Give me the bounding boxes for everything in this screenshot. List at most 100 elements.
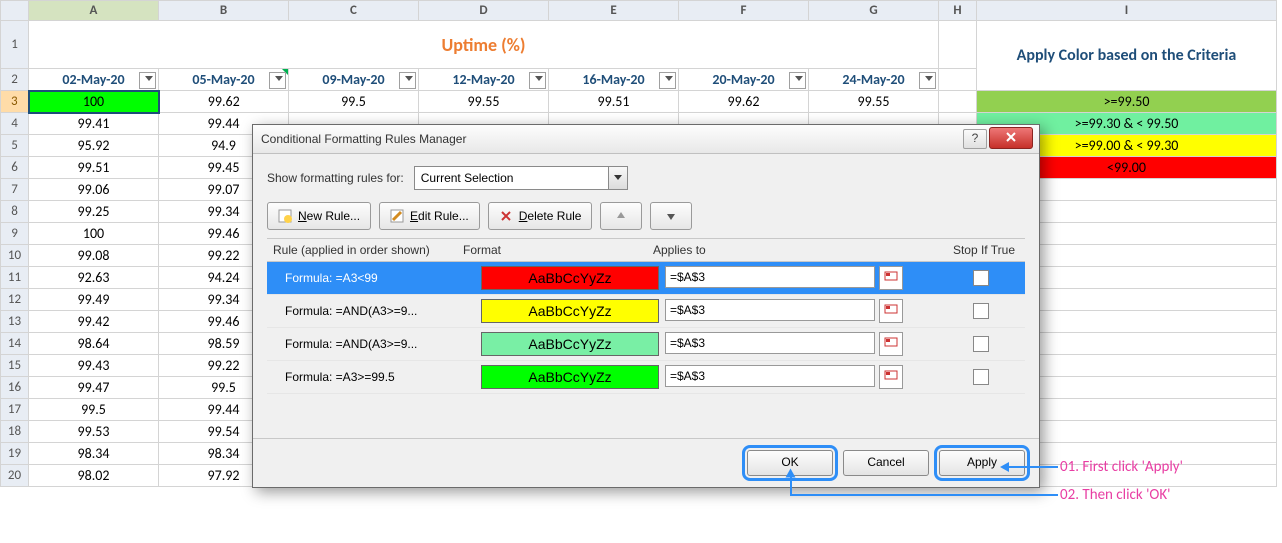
row-header-10[interactable]: 10 [1, 245, 29, 267]
cell-E3[interactable]: 99.51 [549, 91, 679, 113]
cell-B3[interactable]: 99.62 [159, 91, 289, 113]
cell-A16[interactable]: 99.47 [29, 377, 159, 399]
apply-button[interactable]: Apply [939, 450, 1025, 476]
cell-F3[interactable]: 99.62 [679, 91, 809, 113]
cell-A7[interactable]: 99.06 [29, 179, 159, 201]
col-header-C[interactable]: C [289, 1, 419, 21]
stop-if-true-checkbox[interactable] [973, 303, 989, 319]
row-header-20[interactable]: 20 [1, 465, 29, 487]
chevron-down-icon [925, 76, 933, 81]
date-filter-1[interactable]: 05-May-20 [159, 69, 289, 91]
rule-formula: Formula: =AND(A3>=9... [267, 337, 475, 351]
move-up-button[interactable] [600, 202, 642, 230]
row-header-13[interactable]: 13 [1, 311, 29, 333]
range-picker-button[interactable] [879, 266, 903, 290]
cell-A10[interactable]: 99.08 [29, 245, 159, 267]
row-header-17[interactable]: 17 [1, 399, 29, 421]
applies-to-input[interactable] [665, 332, 875, 354]
format-preview: AaBbCcYyZz [481, 332, 659, 356]
row-header-7[interactable]: 7 [1, 179, 29, 201]
help-button[interactable]: ? [963, 129, 987, 149]
row-header-4[interactable]: 4 [1, 113, 29, 135]
cell-A15[interactable]: 99.43 [29, 355, 159, 377]
applies-to-input[interactable] [665, 365, 875, 387]
row-header-5[interactable]: 5 [1, 135, 29, 157]
hdr-format: Format [463, 243, 653, 257]
chevron-down-icon [665, 76, 673, 81]
new-rule-button[interactable]: New Rule... [267, 202, 371, 230]
new-icon [278, 209, 292, 223]
hdr-stop: Stop If True [913, 243, 1025, 257]
rule-row-1[interactable]: Formula: =AND(A3>=9... AaBbCcYyZz [267, 295, 1025, 328]
row-header-6[interactable]: 6 [1, 157, 29, 179]
applies-to-input[interactable] [665, 266, 875, 288]
dialog-title: Conditional Formatting Rules Manager [261, 132, 466, 146]
applies-to-input[interactable] [665, 299, 875, 321]
row-header-18[interactable]: 18 [1, 421, 29, 443]
cell-C3[interactable]: 99.5 [289, 91, 419, 113]
cancel-button[interactable]: Cancel [843, 450, 929, 476]
stop-if-true-checkbox[interactable] [973, 336, 989, 352]
cell-A8[interactable]: 99.25 [29, 201, 159, 223]
cell-A4[interactable]: 99.41 [29, 113, 159, 135]
col-header-E[interactable]: E [549, 1, 679, 21]
row-header-15[interactable]: 15 [1, 355, 29, 377]
range-picker-button[interactable] [879, 299, 903, 323]
scope-select[interactable]: Current Selection [414, 166, 628, 190]
range-picker-button[interactable] [879, 332, 903, 356]
cell-A3[interactable]: 100 [29, 91, 159, 113]
dialog-titlebar[interactable]: Conditional Formatting Rules Manager ? [253, 125, 1039, 154]
edit-rule-button[interactable]: Edit Rule... [379, 202, 480, 230]
cell-A6[interactable]: 99.51 [29, 157, 159, 179]
rule-row-2[interactable]: Formula: =AND(A3>=9... AaBbCcYyZz [267, 328, 1025, 361]
cell-D3[interactable]: 99.55 [419, 91, 549, 113]
cell-A5[interactable]: 95.92 [29, 135, 159, 157]
move-down-button[interactable] [650, 202, 692, 230]
rule-row-3[interactable]: Formula: =A3>=99.5 AaBbCcYyZz [267, 361, 1025, 394]
annotation-2: 02. Then click 'OK' [1060, 486, 1170, 504]
annotation-line-2a [790, 494, 1058, 496]
row-header-3[interactable]: 3 [1, 91, 29, 113]
col-header-I[interactable]: I [977, 1, 1277, 21]
range-picker-button[interactable] [879, 365, 903, 389]
rule-row-0[interactable]: Formula: =A3<99 AaBbCcYyZz [267, 262, 1025, 295]
cell-A11[interactable]: 92.63 [29, 267, 159, 289]
date-filter-4[interactable]: 16-May-20 [549, 69, 679, 91]
row-header-16[interactable]: 16 [1, 377, 29, 399]
cell-A9[interactable]: 100 [29, 223, 159, 245]
stop-if-true-checkbox[interactable] [973, 369, 989, 385]
select-all[interactable] [1, 1, 29, 21]
row-header-9[interactable]: 9 [1, 223, 29, 245]
date-filter-0[interactable]: 02-May-20 [29, 69, 159, 91]
stop-if-true-checkbox[interactable] [973, 270, 989, 286]
delete-rule-button[interactable]: Delete Rule [488, 202, 593, 230]
date-filter-3[interactable]: 12-May-20 [419, 69, 549, 91]
col-header-G[interactable]: G [809, 1, 939, 21]
col-header-D[interactable]: D [419, 1, 549, 21]
col-header-H[interactable]: H [939, 1, 977, 21]
row-header-14[interactable]: 14 [1, 333, 29, 355]
row-header-1[interactable]: 1 [1, 21, 29, 69]
cell-A18[interactable]: 99.53 [29, 421, 159, 443]
cell-A13[interactable]: 99.42 [29, 311, 159, 333]
cell-A19[interactable]: 98.34 [29, 443, 159, 465]
row-header-19[interactable]: 19 [1, 443, 29, 465]
col-header-B[interactable]: B [159, 1, 289, 21]
date-filter-5[interactable]: 20-May-20 [679, 69, 809, 91]
cell-A17[interactable]: 99.5 [29, 399, 159, 421]
col-header-F[interactable]: F [679, 1, 809, 21]
row-header-8[interactable]: 8 [1, 201, 29, 223]
row-header-11[interactable]: 11 [1, 267, 29, 289]
cell-H3[interactable] [939, 91, 977, 113]
row-header-2[interactable]: 2 [1, 69, 29, 91]
date-filter-2[interactable]: 09-May-20 [289, 69, 419, 91]
chevron-down-icon [145, 76, 153, 81]
cell-A20[interactable]: 98.02 [29, 465, 159, 487]
cell-A14[interactable]: 98.64 [29, 333, 159, 355]
cell-G3[interactable]: 99.55 [809, 91, 939, 113]
row-header-12[interactable]: 12 [1, 289, 29, 311]
date-filter-6[interactable]: 24-May-20 [809, 69, 939, 91]
col-header-A[interactable]: A [29, 1, 159, 21]
cell-A12[interactable]: 99.49 [29, 289, 159, 311]
close-button[interactable] [989, 127, 1033, 149]
